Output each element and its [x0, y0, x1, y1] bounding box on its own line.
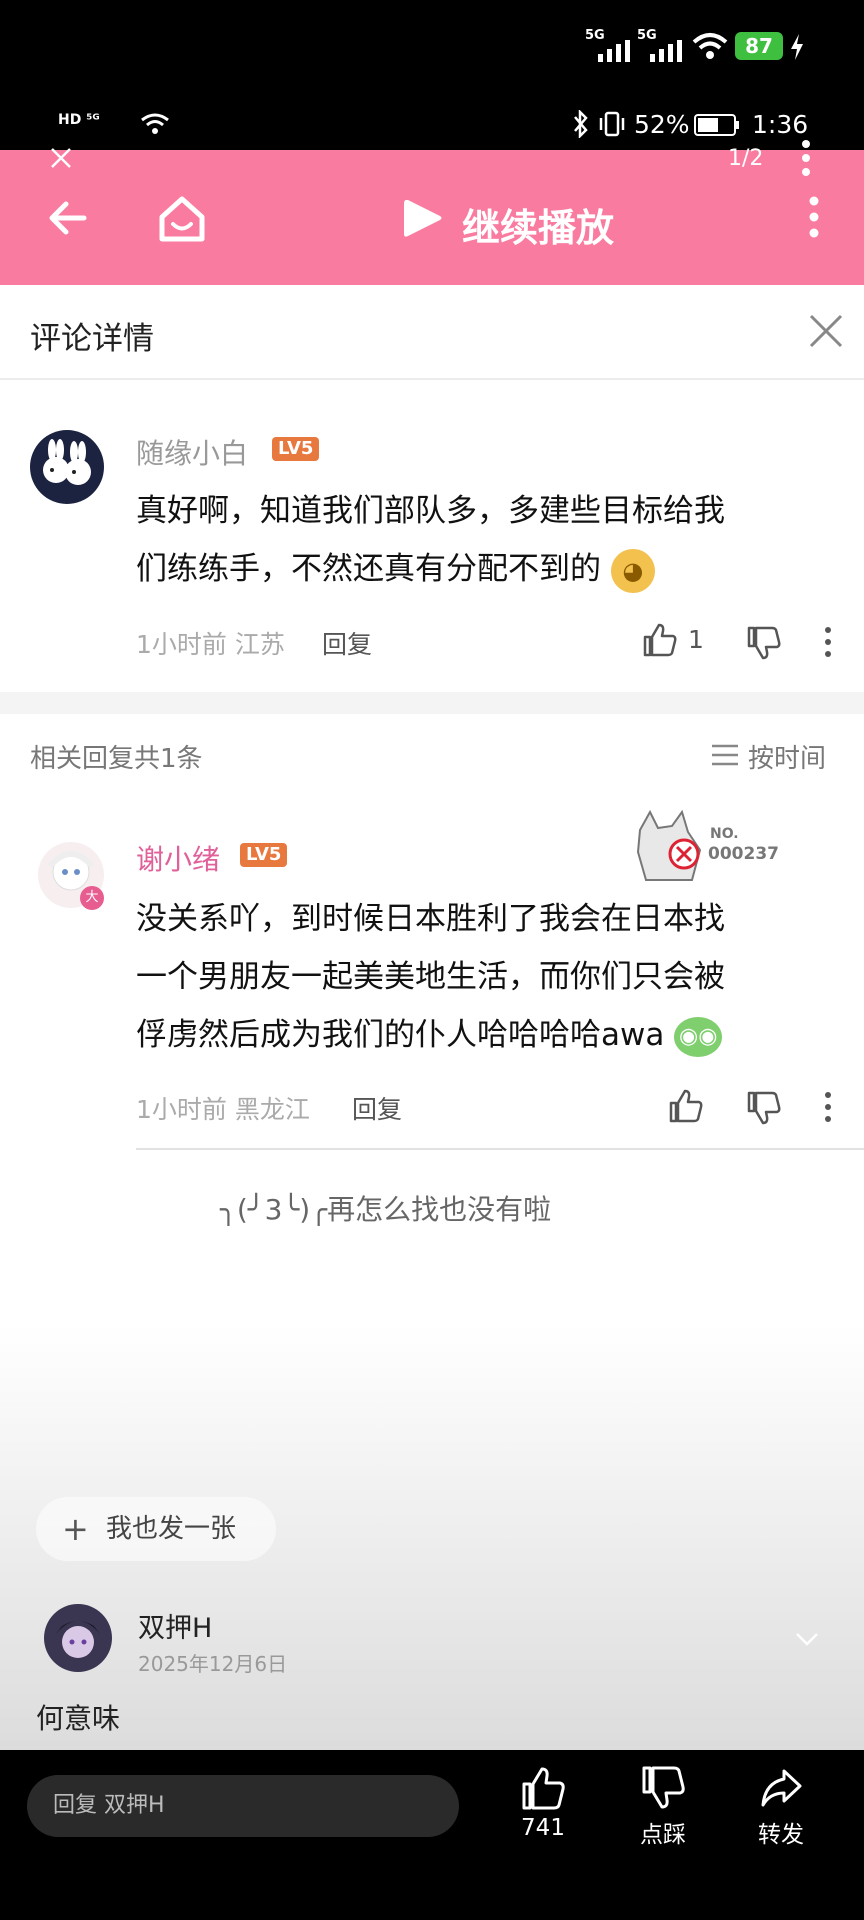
- reply-input-placeholder: 回复 双押H: [53, 1793, 165, 1818]
- reply-meta: 1小时前 黑龙江: [136, 1095, 310, 1124]
- comment-text: 真好啊，知道我们部队多，多建些目标给我 们练练手，不然还真有分配不到的 ◕: [136, 482, 725, 598]
- sheet-title: 评论详情: [30, 321, 154, 357]
- bottom-like-icon: [522, 1767, 565, 1810]
- post-one-too-button[interactable]: + 我也发一张: [36, 1497, 276, 1561]
- wifi-icon: [692, 33, 728, 59]
- section-gap: [0, 692, 864, 714]
- like-count: 1: [688, 625, 704, 654]
- wolf-sticker-image: [636, 809, 702, 881]
- close-icon[interactable]: [48, 145, 74, 171]
- inner-battery-icon: [694, 114, 739, 136]
- inner-status-time: 1:36: [752, 110, 809, 139]
- inner-battery-pct: 52%: [634, 110, 690, 139]
- laughing-emoji-icon: ◉◉: [674, 1016, 723, 1057]
- reply-input[interactable]: 回复 双押H: [27, 1775, 459, 1837]
- poster-avatar-image: [56, 1621, 100, 1658]
- sort-label: 按时间: [748, 744, 827, 774]
- poster-avatar[interactable]: [44, 1604, 112, 1672]
- charging-icon: [791, 34, 803, 60]
- reply-reply-link[interactable]: 回复: [352, 1090, 402, 1126]
- title-divider: [0, 378, 864, 380]
- battery-indicator: 87: [735, 32, 783, 60]
- comment-more-icon[interactable]: [822, 625, 834, 659]
- signal-icon: [598, 40, 630, 62]
- close-sheet-icon[interactable]: [808, 313, 844, 349]
- comment-meta: 1小时前 江苏: [136, 630, 285, 659]
- bottom-dislike-label: 点踩: [640, 1822, 686, 1848]
- inner-status-left: HD ⁵ᴳ: [58, 112, 100, 128]
- avatar[interactable]: [30, 430, 104, 504]
- level-badge: LV5: [272, 437, 320, 461]
- continue-play-label: 继续播放: [462, 206, 615, 250]
- more-icon-top[interactable]: [800, 138, 812, 178]
- like-icon[interactable]: [642, 622, 678, 658]
- inner-wifi-icon: [141, 113, 169, 134]
- comment-username[interactable]: 随缘小白: [136, 432, 248, 472]
- play-icon: [404, 200, 442, 237]
- bottom-like-count: 741: [521, 1815, 565, 1841]
- reply-divider: [136, 1148, 864, 1150]
- post-caption: 何意味: [36, 1702, 121, 1735]
- no-more-replies-text: ╮(╯3╰)╭再怎么找也没有啦: [220, 1193, 552, 1226]
- bottom-dislike-icon: [642, 1766, 685, 1809]
- share-arrow-icon: [761, 1769, 802, 1807]
- plus-icon: +: [62, 1510, 89, 1548]
- poster-name[interactable]: 双押H: [138, 1606, 212, 1645]
- reply-sticker: [632, 809, 708, 886]
- more-icon[interactable]: [808, 195, 820, 239]
- chevron-down-icon[interactable]: [794, 1630, 820, 1648]
- reply-username[interactable]: 谢小绪: [136, 838, 220, 878]
- doge-emoji-icon: ◕: [610, 548, 655, 593]
- page-counter: 1/2: [728, 146, 764, 171]
- poster-date: 2025年12月6日: [138, 1652, 288, 1676]
- comment-reply-link[interactable]: 回复: [322, 625, 372, 661]
- reply-like-icon[interactable]: [668, 1088, 704, 1124]
- bluetooth-icon: [574, 110, 588, 138]
- bottom-share-label: 转发: [758, 1822, 804, 1848]
- reply-avatar-badge: 大: [80, 886, 104, 910]
- reply-level-badge: LV5: [240, 843, 288, 867]
- reply-dislike-icon[interactable]: [746, 1090, 782, 1126]
- status-time: 1:03: [55, 28, 140, 68]
- signal-icon-2: [650, 40, 682, 62]
- vibrate-icon: [599, 111, 625, 137]
- post-one-too-label: 我也发一张: [106, 1514, 237, 1544]
- reply-text: 没关系吖，到时候日本胜利了我会在日本找 一个男朋友一起美美地生活，而你们只会被 …: [136, 890, 725, 1064]
- related-replies-count: 相关回复共1条: [30, 744, 203, 774]
- sticker-no: NO.: [710, 826, 739, 842]
- sticker-number: 000237: [708, 844, 779, 864]
- home-icon[interactable]: [156, 193, 208, 245]
- avatar-bunny-image: [43, 439, 91, 485]
- dislike-icon[interactable]: [746, 625, 782, 661]
- sort-icon: [712, 744, 738, 766]
- net-speed: 8.44 KB/s: [545, 28, 580, 60]
- back-arrow-icon[interactable]: [44, 196, 92, 240]
- reply-more-icon[interactable]: [822, 1090, 834, 1124]
